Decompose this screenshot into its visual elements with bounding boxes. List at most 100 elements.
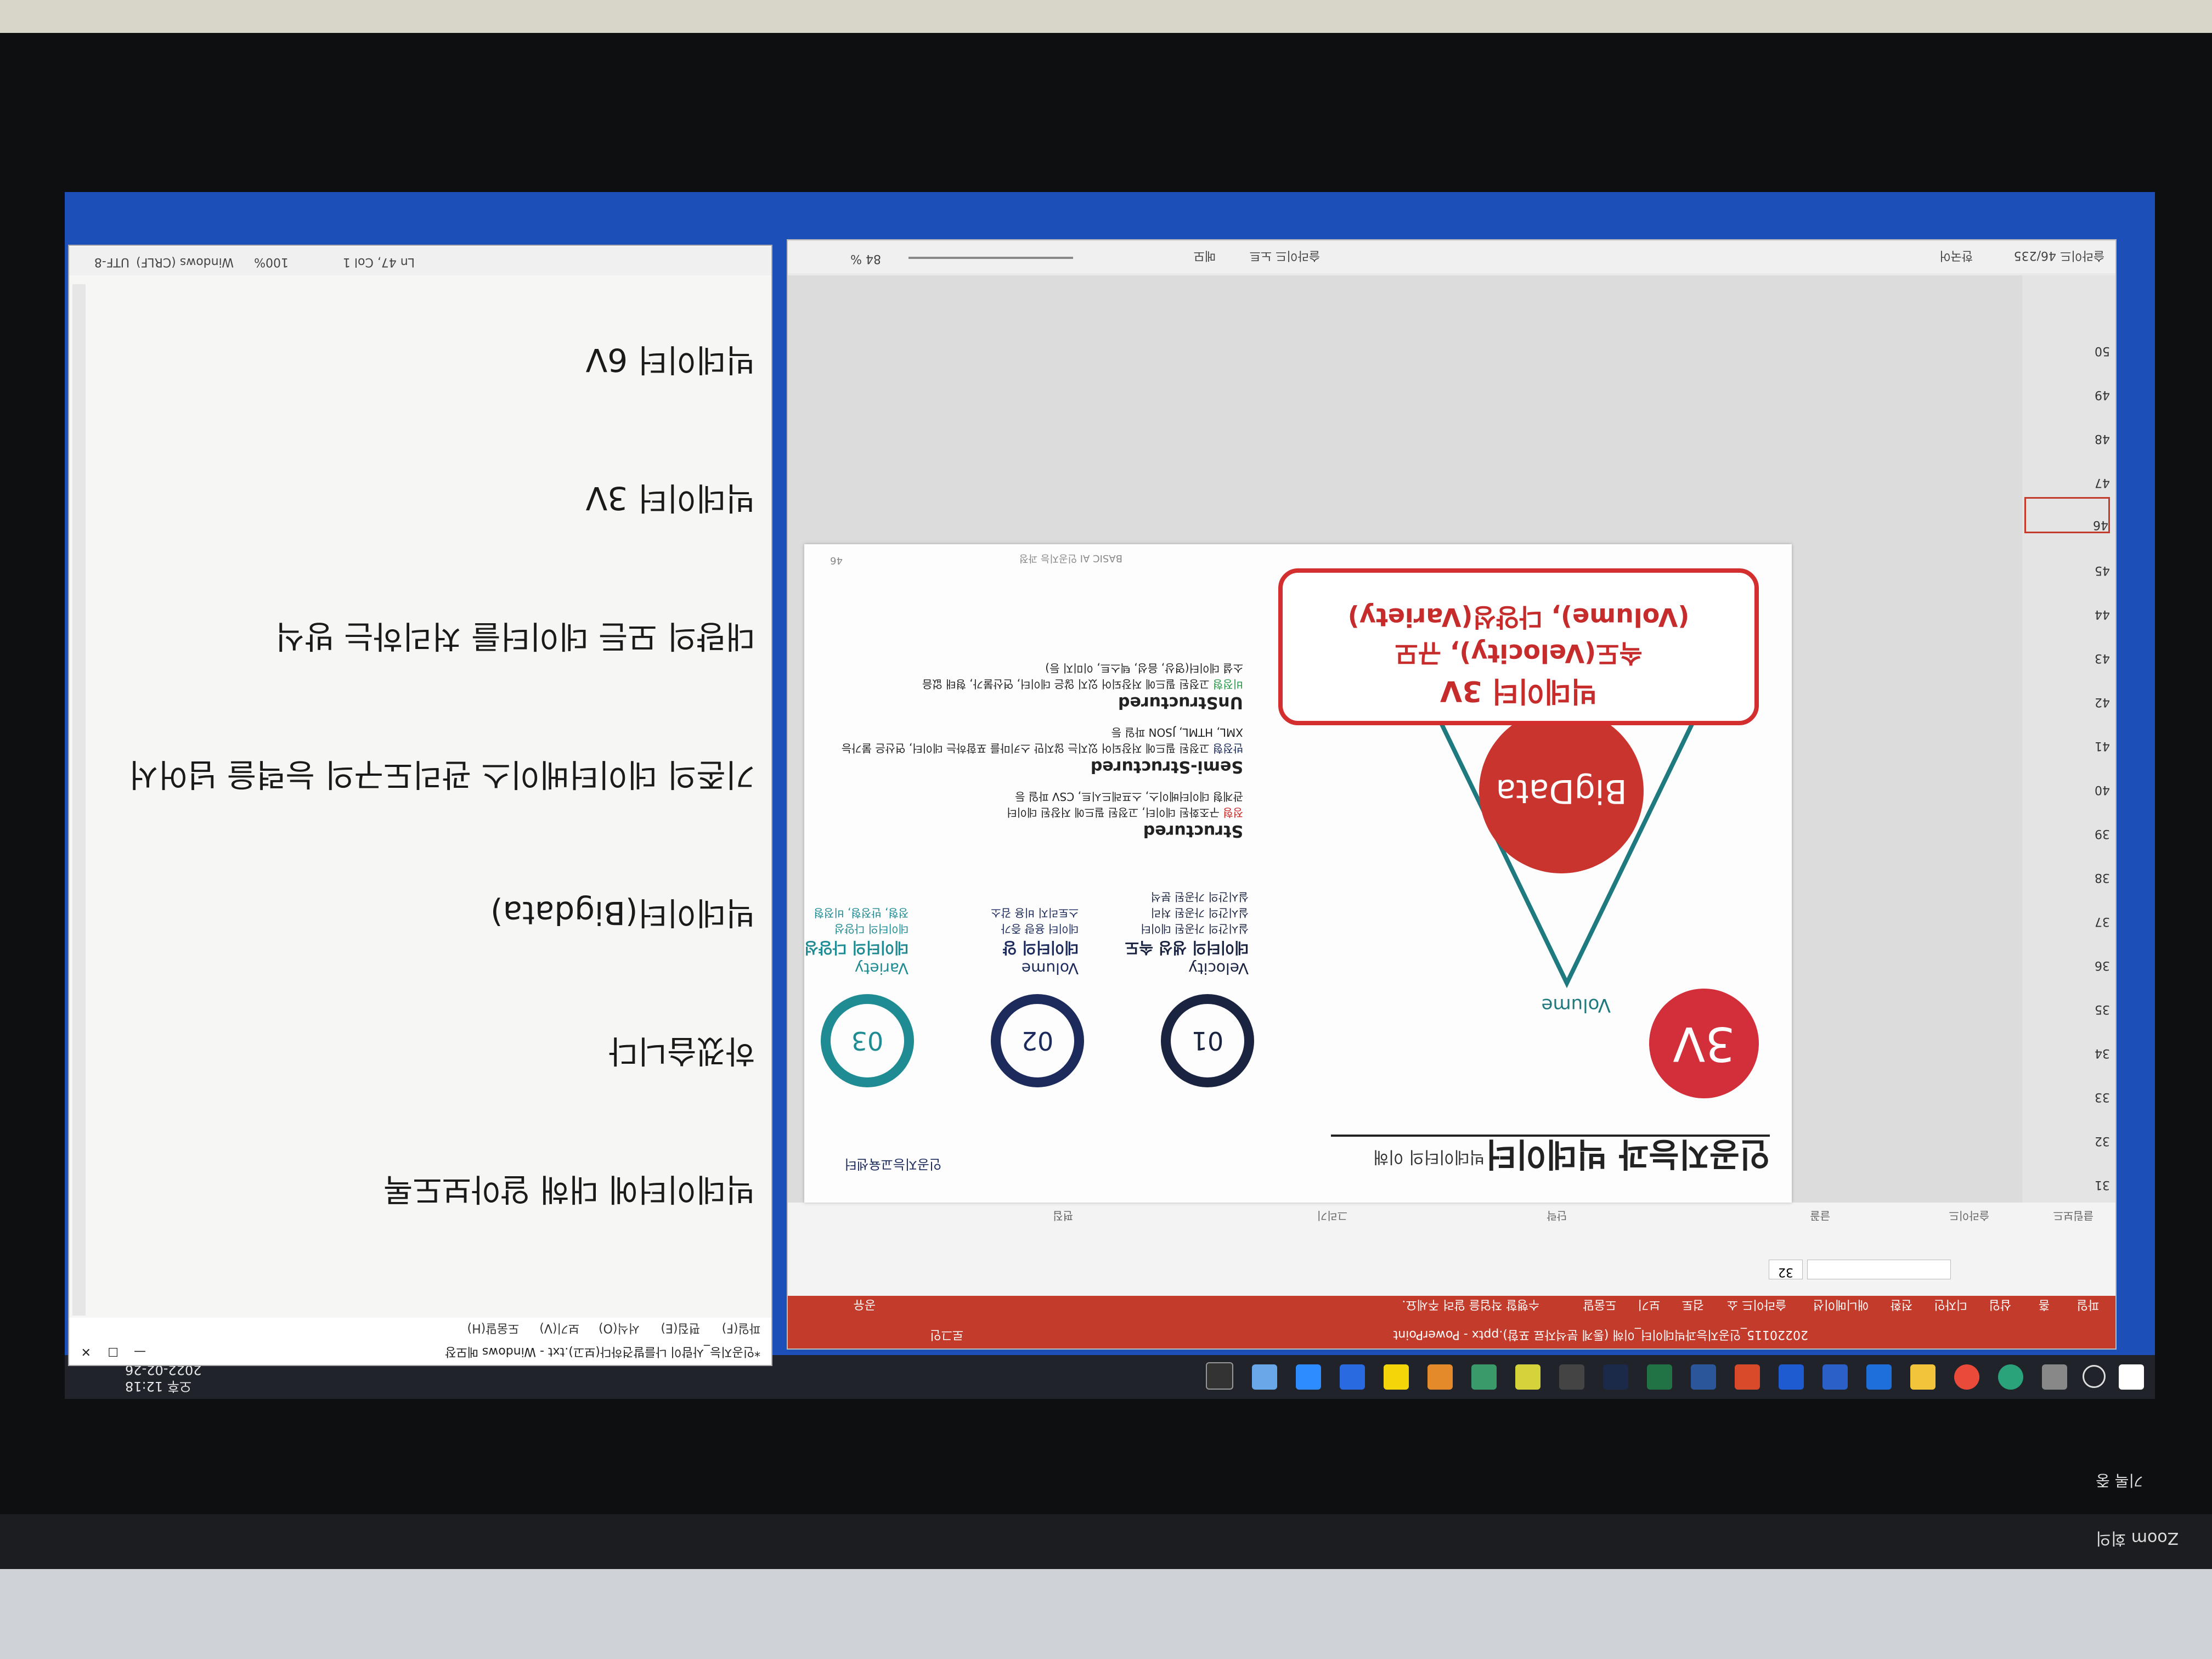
status-encoding: UTF-8 bbox=[94, 255, 129, 269]
status-zoom[interactable]: 84 % bbox=[850, 252, 881, 266]
chrome-icon[interactable] bbox=[1954, 1364, 1979, 1390]
data-types: Structured 정형 구조화된 데이터, 고정된 필드에 저장된 데이터 … bbox=[826, 661, 1243, 840]
menu-format[interactable]: 서식(O) bbox=[599, 1318, 640, 1338]
tab-view[interactable]: 보기 bbox=[1638, 1297, 1660, 1314]
kakaotalk-icon[interactable] bbox=[1384, 1364, 1409, 1390]
slide-editor: 인공지능과 빅데이터 빅데이터의 이해 인공지능교육센터 3V Volume B… bbox=[788, 275, 2022, 1203]
word-icon[interactable] bbox=[1691, 1364, 1716, 1390]
search-icon[interactable] bbox=[2083, 1365, 2106, 1388]
slide-thumb[interactable]: 31 bbox=[2028, 1159, 2110, 1192]
share-button[interactable]: 공유 bbox=[854, 1297, 876, 1314]
callout-box: 빅데이터 3V 속도(Velocity), 규모 (Volume), 다양성(V… bbox=[1278, 568, 1759, 725]
menu-help[interactable]: 도움말(H) bbox=[467, 1318, 519, 1338]
ribbon-group-clipboard: 클립보드 bbox=[2053, 1209, 2094, 1222]
funnel-label: Volume bbox=[1541, 994, 1611, 1016]
app-icon[interactable] bbox=[1252, 1364, 1277, 1390]
notes-button[interactable]: 슬라이드 노트 bbox=[1250, 248, 1320, 266]
type-structured: Structured bbox=[1143, 821, 1243, 840]
type-unstructured: UnStructured bbox=[1118, 693, 1243, 712]
slide-thumbnail-pane: 31 32 33 34 35 36 37 38 39 40 41 42 43 4… bbox=[2022, 275, 2115, 1203]
photo-of-monitor: Zoom 회의 기록 중 오후 12:18 2022-02-26 2022011… bbox=[0, 0, 2212, 1659]
slide-thumb[interactable]: 33 bbox=[2028, 1071, 2110, 1104]
menu-edit[interactable]: 편집(E) bbox=[661, 1318, 700, 1338]
tab-help[interactable]: 도움말 bbox=[1583, 1297, 1616, 1314]
slide-thumb[interactable]: 47 bbox=[2028, 456, 2110, 489]
app-icon[interactable] bbox=[1559, 1364, 1584, 1390]
vertical-scrollbar[interactable] bbox=[72, 284, 86, 1316]
item-01-circle: 01 bbox=[1161, 994, 1254, 1087]
slide-thumb[interactable]: 35 bbox=[2028, 983, 2110, 1016]
vs-icon[interactable] bbox=[1340, 1364, 1365, 1390]
app-icon[interactable] bbox=[1206, 1362, 1233, 1390]
status-language[interactable]: 한국어 bbox=[1939, 248, 1973, 266]
ribbon-group-drawing: 그리기 bbox=[1317, 1209, 1347, 1222]
task-view-icon[interactable] bbox=[2042, 1364, 2067, 1390]
app-icon[interactable] bbox=[1779, 1364, 1804, 1390]
photoshop-icon[interactable] bbox=[1603, 1364, 1628, 1390]
notepad-text-area[interactable]: 빅데이터에 대해 알아보도록 하겠습니다 빅데이터(Bigdata) 기존의 데… bbox=[97, 245, 755, 1305]
tab-design[interactable]: 디자인 bbox=[1934, 1297, 1967, 1314]
tab-home[interactable]: 홈 bbox=[2039, 1297, 2050, 1314]
item-03-text: Variety 데이터의 다양성 데이터의 다양성 정형, 반정형, 비정형 bbox=[804, 906, 909, 978]
callout-line-1: 빅데이터 3V bbox=[1440, 674, 1597, 707]
slide-thumb[interactable]: 34 bbox=[2028, 1027, 2110, 1060]
start-icon[interactable] bbox=[2119, 1364, 2144, 1390]
tell-me-search[interactable]: 수행할 작업을 알려 주세요. bbox=[1402, 1297, 1539, 1314]
excel-icon[interactable] bbox=[1647, 1364, 1672, 1390]
slide-thumb[interactable]: 48 bbox=[2028, 413, 2110, 445]
item-02-text: Volume 데이터의 양 데이터 용량 증가 스토리지 비용 감소 bbox=[991, 906, 1079, 978]
slide-thumb[interactable]: 39 bbox=[2028, 808, 2110, 840]
minimize-icon[interactable]: — bbox=[134, 1338, 146, 1365]
menu-view[interactable]: 보기(V) bbox=[539, 1318, 579, 1338]
text-line: 빅데이터에 대해 알아보도록 bbox=[383, 1171, 755, 1208]
tab-transitions[interactable]: 전환 bbox=[1891, 1297, 1912, 1314]
tab-insert[interactable]: 삽입 bbox=[1989, 1297, 2011, 1314]
font-size-select[interactable]: 32 bbox=[1769, 1260, 1803, 1279]
slide-thumb[interactable]: 44 bbox=[2028, 588, 2110, 621]
slide-thumb[interactable]: 50 bbox=[2028, 325, 2110, 358]
tab-slideshow[interactable]: 슬라이드 쇼 bbox=[1727, 1297, 1786, 1314]
slide-thumb-selected[interactable]: 46 bbox=[2024, 497, 2110, 533]
close-icon[interactable]: ✕ bbox=[81, 1338, 91, 1365]
file-explorer-icon[interactable] bbox=[1910, 1364, 1936, 1390]
app-icon[interactable] bbox=[1471, 1364, 1497, 1390]
slide-thumb[interactable]: 41 bbox=[2028, 720, 2110, 753]
notepad-title-bar: *인공지능_사람이 나를발견하다(보고).txt - Windows 메모장 —… bbox=[69, 1338, 771, 1365]
edge-icon[interactable] bbox=[1998, 1364, 2023, 1390]
slide-thumb[interactable]: 40 bbox=[2028, 764, 2110, 797]
comments-button[interactable]: 메모 bbox=[1194, 248, 1216, 266]
slide-thumb[interactable]: 38 bbox=[2028, 851, 2110, 884]
zoom-meeting-label[interactable]: Zoom 회의 bbox=[2096, 1528, 2179, 1552]
current-slide[interactable]: 인공지능과 빅데이터 빅데이터의 이해 인공지능교육센터 3V Volume B… bbox=[804, 544, 1792, 1203]
ppt-window-title: 20220115_인공지능과빅데이터_이해 (통계 분석자료 포함).pptx … bbox=[1393, 1328, 1808, 1341]
text-line: 대량의 모든 데이터를 처리하는 방식 bbox=[275, 618, 755, 655]
ribbon-group-paragraph: 단락 bbox=[1547, 1209, 1567, 1222]
app-icon[interactable] bbox=[1515, 1364, 1541, 1390]
tab-file[interactable]: 파일 bbox=[2077, 1297, 2099, 1314]
powerpoint-icon[interactable] bbox=[1735, 1364, 1760, 1390]
text-line: 빅데이터 3V bbox=[585, 479, 755, 517]
slide-thumb[interactable]: 36 bbox=[2028, 939, 2110, 972]
slide-thumb[interactable]: 43 bbox=[2028, 632, 2110, 665]
app-icon[interactable] bbox=[1427, 1364, 1453, 1390]
zoom-icon[interactable] bbox=[1296, 1364, 1321, 1390]
slide-thumb[interactable]: 42 bbox=[2028, 676, 2110, 709]
maximize-icon[interactable]: ☐ bbox=[108, 1338, 119, 1365]
title-underline bbox=[1331, 1135, 1770, 1137]
menu-file[interactable]: 파일(F) bbox=[722, 1318, 760, 1338]
app-icon[interactable] bbox=[1866, 1364, 1892, 1390]
tab-review[interactable]: 검토 bbox=[1682, 1297, 1704, 1314]
font-name-select[interactable] bbox=[1807, 1260, 1951, 1279]
ribbon-tabs: 파일 홈 삽입 디자인 전환 애니메이션 슬라이드 쇼 검토 보기 도움말 수행… bbox=[788, 1296, 2115, 1320]
tab-animations[interactable]: 애니메이션 bbox=[1813, 1297, 1869, 1314]
slide-thumb[interactable]: 45 bbox=[2028, 544, 2110, 577]
app-icon[interactable] bbox=[1822, 1364, 1848, 1390]
slide-thumb[interactable]: 49 bbox=[2028, 369, 2110, 402]
signin-link[interactable]: 로그인 bbox=[930, 1320, 963, 1348]
slide-thumb[interactable]: 37 bbox=[2028, 895, 2110, 928]
slide-thumb[interactable]: 32 bbox=[2028, 1115, 2110, 1148]
notepad-menu-bar: 파일(F) 편집(E) 서식(O) 보기(V) 도움말(H) bbox=[69, 1318, 771, 1338]
zoom-slider[interactable] bbox=[909, 257, 1073, 259]
ppt-status-bar: 슬라이드 46/235 한국어 슬라이드 노트 메모 84 % bbox=[788, 241, 2115, 273]
slide-title: 인공지능과 빅데이터 bbox=[1486, 1135, 1770, 1173]
